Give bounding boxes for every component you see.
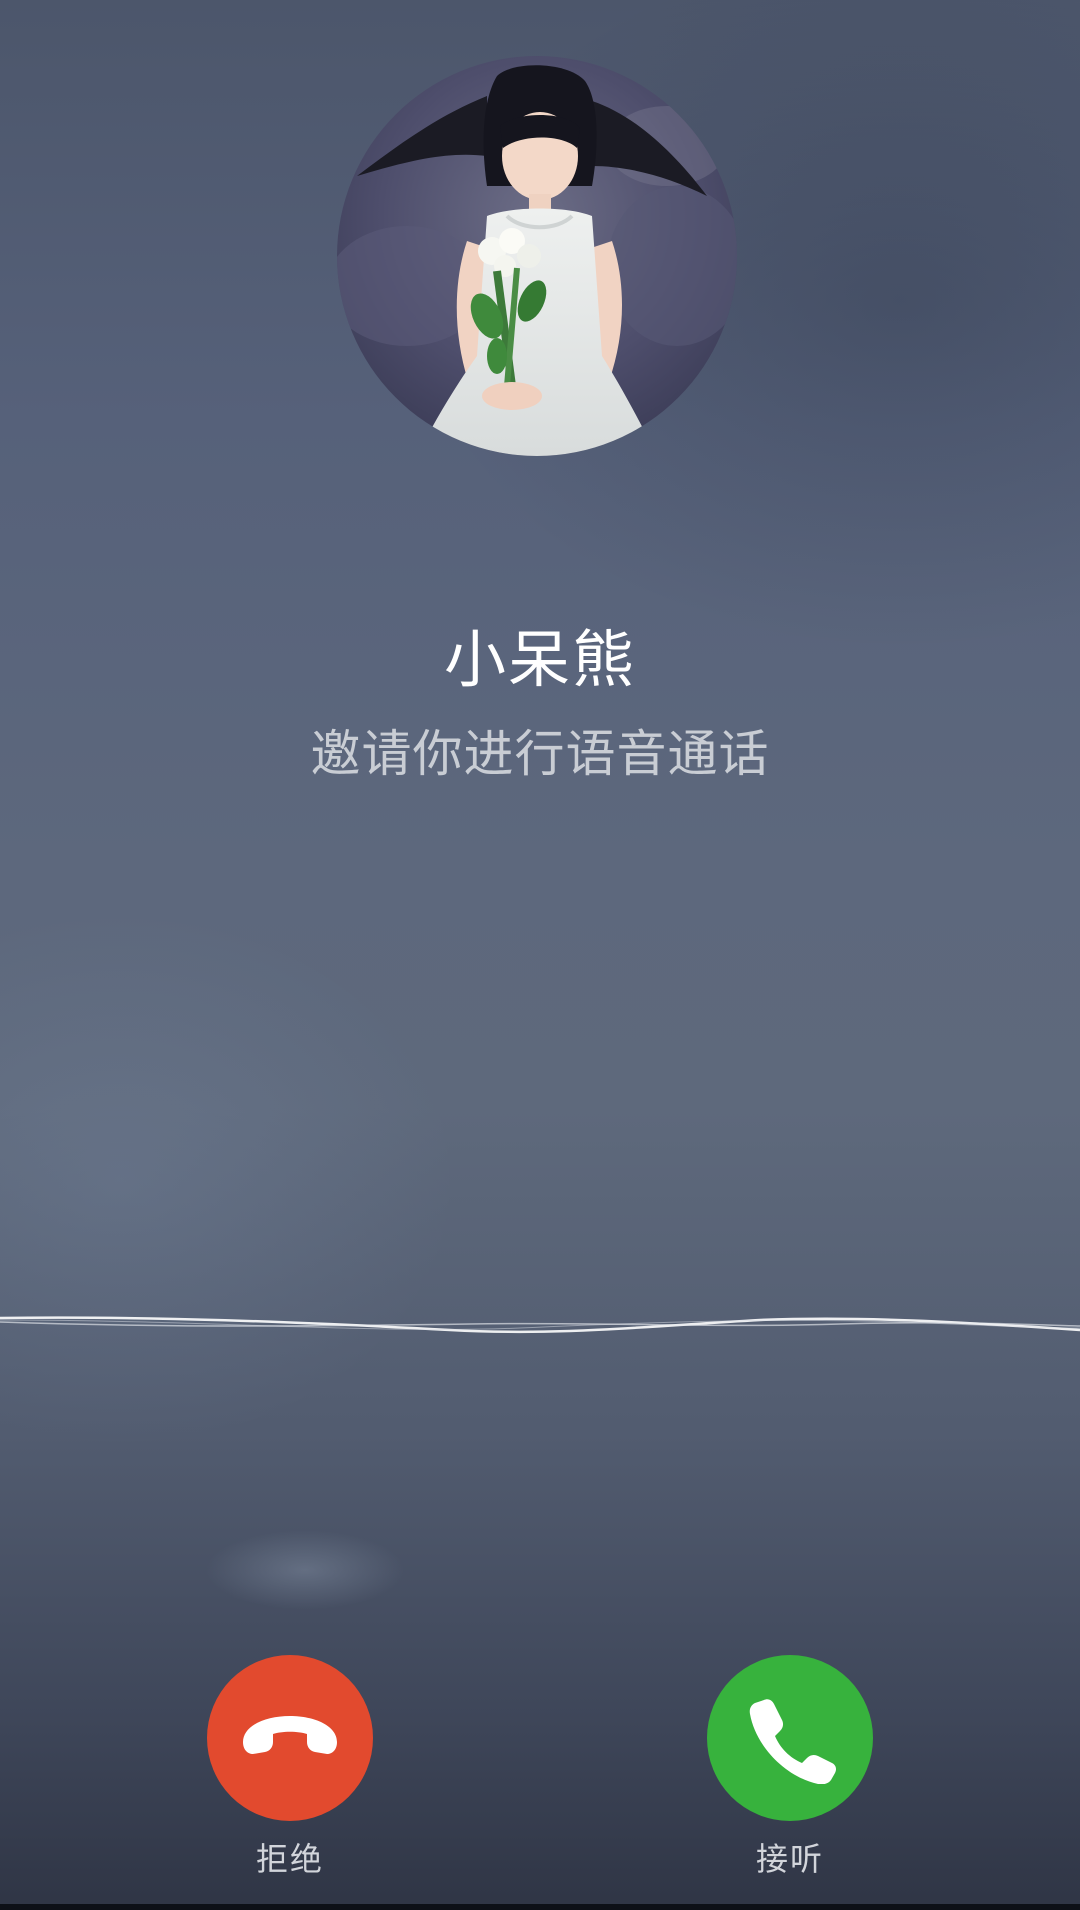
- caller-avatar: [337, 56, 737, 456]
- call-status-text: 邀请你进行语音通话: [310, 725, 770, 783]
- background-glow: [205, 1530, 405, 1610]
- answer-button[interactable]: [707, 1655, 873, 1821]
- incoming-call-screen: 小呆熊 邀请你进行语音通话 拒绝 接听: [0, 0, 1080, 1910]
- decline-button[interactable]: [207, 1655, 373, 1821]
- phone-hangup-icon: [243, 1716, 337, 1754]
- phone-answer-icon: [749, 1699, 836, 1784]
- audio-waveform: [0, 1316, 1080, 1334]
- bottom-edge-bar: [0, 1904, 1080, 1910]
- decline-action: 拒绝: [205, 1655, 375, 1879]
- caller-name: 小呆熊: [443, 623, 636, 696]
- answer-label: 接听: [755, 1840, 824, 1878]
- decline-label: 拒绝: [255, 1840, 324, 1878]
- answer-action: 接听: [705, 1655, 875, 1879]
